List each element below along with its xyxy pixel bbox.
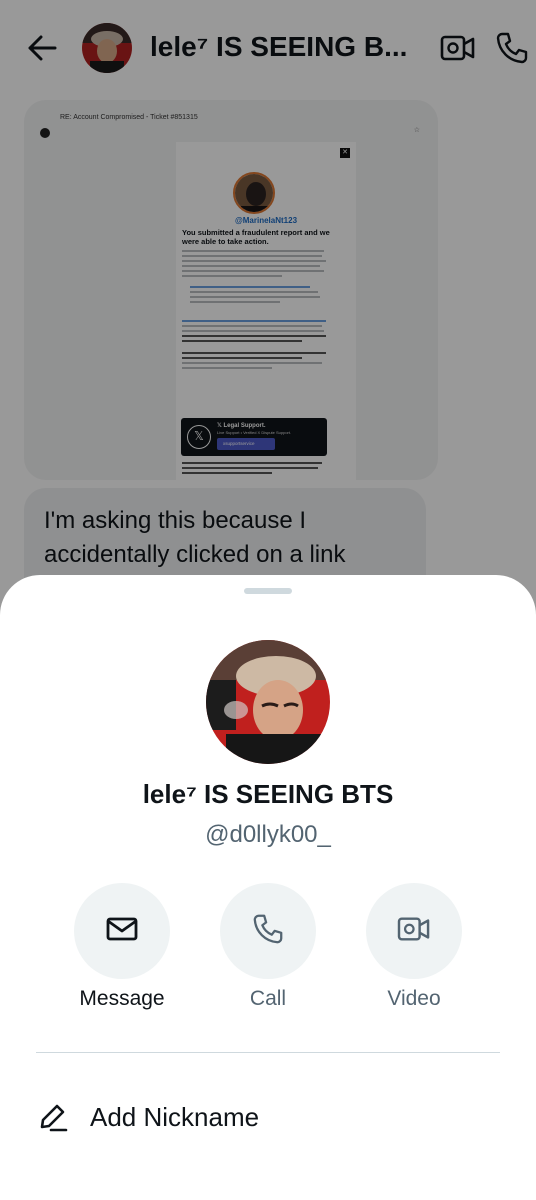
profile-avatar[interactable] [206,640,330,764]
profile-name: lele⁷ IS SEEING BTS [142,779,394,809]
video-camera-icon [397,914,431,949]
message-button[interactable]: Message [74,883,170,1010]
profile-bottom-sheet: lele⁷ IS SEEING BTS @d0llyk00_ Message C… [0,575,536,1200]
call-button-circle[interactable] [220,883,316,979]
video-button-circle[interactable] [366,883,462,979]
pencil-icon [36,1101,68,1133]
message-button-label: Message [79,987,165,1010]
call-button[interactable]: Call [220,883,316,1010]
envelope-icon [105,915,139,948]
phone-icon [251,912,285,951]
add-nickname-option[interactable]: Add Nickname [36,1097,259,1137]
profile-username: @d0llyk00_ [205,821,331,848]
add-nickname-label: Add Nickname [90,1101,260,1132]
call-button-label: Call [249,987,287,1010]
drag-handle[interactable] [244,588,292,594]
video-button-label: Video [387,987,441,1010]
divider [36,1052,500,1053]
message-button-circle[interactable] [74,883,170,979]
video-button[interactable]: Video [366,883,462,1010]
